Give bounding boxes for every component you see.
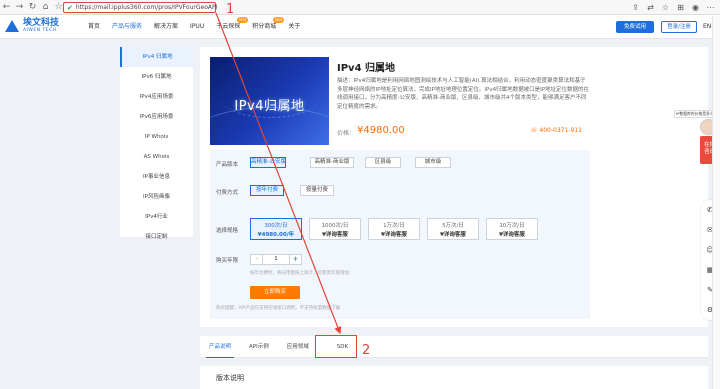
product-sidebar: IPv4 归属地 IPv6 归属地 IPv4应用场景 IPv6应用场景 IP W…	[120, 47, 193, 240]
years-label: 购买年限	[216, 258, 239, 264]
quantity-stepper: - 1 +	[250, 254, 302, 265]
sidebar-item-as-whois[interactable]: AS Whois	[120, 147, 193, 167]
version-option-city[interactable]: 城市级	[415, 157, 451, 168]
shield-check-icon: ✔	[67, 3, 73, 12]
decrement-button[interactable]: -	[250, 254, 263, 265]
logo-subtitle: AIWEN TECH	[23, 28, 57, 33]
annotation-number-1: 1	[226, 2, 235, 17]
purchase-reminder: 购买提醒：API产品仅支持在线接口调用，不支持批量数据下载	[216, 306, 341, 311]
address-bar[interactable]: ✔ https://mail.ipplus360.com/pros/IPVFou…	[63, 2, 218, 13]
menu-item-qianyun[interactable]: 千云探探 Hot	[210, 15, 249, 39]
sidebar-item-ipv4-industry[interactable]: IPv4行业	[120, 207, 193, 227]
version-label: 产品版本	[216, 162, 239, 168]
logo-name: 埃文科技	[23, 18, 60, 28]
product-description: 描述：IPv4归属地是利用网络地图测绘技术与人工智能(AI) 算法相结合，利用动…	[337, 78, 590, 110]
back-icon[interactable]: ←	[0, 1, 13, 14]
version-section-title: 版本说明	[216, 374, 244, 382]
sdk-highlight-box	[315, 335, 357, 358]
version-option-public-security[interactable]: 高精准-公安版	[250, 157, 286, 168]
sidebar-item-ip-risk[interactable]: IP风险画像	[120, 187, 193, 207]
phone-icon: ☏	[530, 127, 540, 134]
product-title: IPv4 归属地	[337, 63, 396, 74]
menu-item-points-mall[interactable]: 积分商城 Hot	[246, 15, 285, 39]
logo[interactable]: 埃文科技 AIWEN TECH	[5, 19, 59, 34]
menu-icon[interactable]: ⋯	[705, 2, 716, 13]
product-banner: IPv4归属地	[210, 57, 329, 145]
product-card: IPv4归属地 IPv4 归属地 描述：IPv4归属地是利用网络地图测绘技术与人…	[200, 47, 708, 327]
purchase-options: 产品版本 高精准-公安版 高精准-商业版 区县级 城市级 付费方式 按年付费 按…	[210, 150, 590, 319]
profile-icon[interactable]: ◉	[690, 2, 701, 13]
plan-option[interactable]: 10万次/日 ¥详询客服	[486, 218, 538, 240]
site-header: 埃文科技 AIWEN TECH 首页 产品与服务 解决方案 IPUU 千云探探 H…	[0, 15, 720, 39]
hotline[interactable]: ☏ 400-0371-911	[530, 127, 582, 134]
sidebar-item-ip-business[interactable]: IP事业信息	[120, 167, 193, 187]
home-icon[interactable]: ⌂	[39, 1, 52, 14]
main-menu: 首页 产品与服务 解决方案 IPUU 千云探探 Hot 积分商城 Hot 关于	[82, 15, 306, 39]
browser-sidebar	[712, 16, 720, 389]
translate-icon[interactable]: ⇄	[645, 2, 656, 13]
sidebar-item-ip-whois[interactable]: IP Whois	[120, 127, 193, 147]
tab-product-description[interactable]: 产品说明	[200, 336, 240, 358]
sidebar-item-ipv6-scene[interactable]: IPv6应用场景	[120, 107, 193, 127]
reload-icon[interactable]: ↻	[26, 1, 39, 14]
menu-item-about[interactable]: 关于	[282, 15, 306, 39]
increment-button[interactable]: +	[289, 254, 302, 265]
version-option-county[interactable]: 区县级	[365, 157, 401, 168]
version-section: 版本说明	[200, 366, 708, 389]
version-option-commercial[interactable]: 高精准-商业版	[310, 157, 354, 168]
sidebar-item-ipv6-location[interactable]: IPv6 归属地	[120, 67, 193, 87]
extensions-icon[interactable]: ⊞	[675, 2, 686, 13]
forward-icon[interactable]: →	[13, 1, 26, 14]
sidebar-item-custom-api[interactable]: 接口定制	[120, 227, 193, 247]
sidebar-item-ipv4-location[interactable]: IPv4 归属地	[120, 47, 193, 67]
price-label: 价格：	[337, 130, 356, 137]
price-value: ¥4980.00	[357, 125, 405, 136]
plan-option[interactable]: 1000次/日 ¥详询客服	[309, 218, 361, 240]
plan-option[interactable]: 5万次/日 ¥详询客服	[427, 218, 479, 240]
years-hint: 按年付费时，每日用量按上限计，可使用年限增加	[250, 271, 349, 276]
language-switch[interactable]: EN	[703, 21, 711, 33]
menu-item-solutions[interactable]: 解决方案	[148, 15, 184, 39]
plan-option[interactable]: 1万次/日 ¥详询客服	[368, 218, 420, 240]
menu-item-home[interactable]: 首页	[82, 15, 106, 39]
annotation-number-2: 2	[362, 343, 371, 358]
bookmark-icon[interactable]: ☆	[660, 2, 671, 13]
share-icon[interactable]: ⇪	[630, 2, 641, 13]
pay-yearly-option[interactable]: 按年付费	[250, 185, 284, 196]
buy-now-button[interactable]: 立即购买	[250, 286, 300, 299]
detail-tabs: 产品说明 API示例 应用领域 SDK	[200, 336, 708, 358]
banner-text: IPv4归属地	[234, 99, 305, 114]
browser-actions: ⇪ ⇄ ☆ ⊞ ◉ ⋯	[630, 2, 716, 13]
login-register-button[interactable]: 登录/注册	[661, 21, 697, 33]
menu-item-products[interactable]: 产品与服务	[106, 15, 148, 39]
logo-icon	[5, 19, 19, 33]
tab-application-fields[interactable]: 应用领域	[278, 336, 318, 358]
pay-method-label: 付费方式	[216, 190, 239, 196]
tab-api-example[interactable]: API示例	[240, 336, 278, 358]
spec-label: 选择规格	[216, 228, 239, 234]
pay-usage-option[interactable]: 按量付费	[300, 185, 334, 196]
url-text: https://mail.ipplus360.com/pros/IPVFourG…	[75, 4, 218, 11]
quantity-input[interactable]: 1	[263, 254, 289, 265]
sidebar-item-ipv4-scene[interactable]: IPv4应用场景	[120, 87, 193, 107]
browser-toolbar: ← → ↻ ⌂ ☆ ✔ https://mail.ipplus360.com/p…	[0, 0, 720, 15]
free-trial-button[interactable]: 免费试用	[616, 21, 654, 33]
menu-item-ipuu[interactable]: IPUU	[184, 15, 210, 39]
plan-option[interactable]: 300次/日 ¥4980.00/年	[250, 218, 302, 240]
